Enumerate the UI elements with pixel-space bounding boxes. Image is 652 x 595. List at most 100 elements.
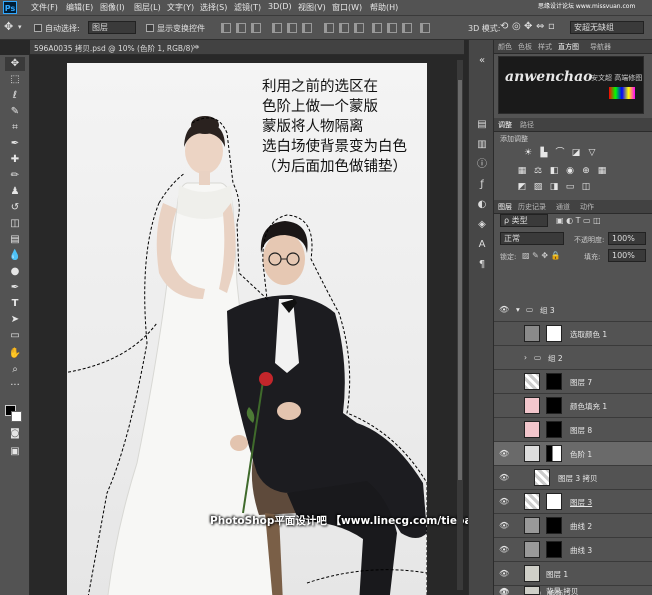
curves-adjust-icon[interactable]: ⌒ [554,148,566,159]
threshold-icon[interactable]: ◨ [548,182,560,193]
align-hcenter-icon[interactable] [287,23,297,33]
tab-navigator[interactable]: 导航器 [590,42,611,52]
layer-row-group-3[interactable]: 👁 ▾ ▭ 组 3 [494,298,652,322]
quick-select-tool-icon[interactable]: ✎ [5,105,25,119]
move-tool-icon[interactable]: ✥ [4,20,13,33]
screen-mode-icon[interactable]: ▣ [5,445,25,459]
auto-align-icon[interactable] [420,23,430,33]
tool-preset-chevron-icon[interactable]: ▾ [18,23,22,31]
menu-file[interactable]: 文件(F) [31,2,58,13]
auto-select-checkbox[interactable] [34,24,42,32]
menu-window[interactable]: 窗口(W) [332,2,362,13]
menu-3d[interactable]: 3D(D) [268,2,292,11]
menu-edit[interactable]: 编辑(E) [66,2,93,13]
selective-color-icon[interactable]: ◫ [580,182,592,193]
clone-stamp-tool-icon[interactable]: ♟ [5,185,25,199]
background-color-swatch[interactable] [11,411,22,422]
layer-row-curves-3[interactable]: 👁 曲线 3 [494,538,652,562]
exposure-adjust-icon[interactable]: ◪ [570,148,582,159]
brush-panel-icon[interactable]: ƒ [474,178,490,192]
tab-histogram[interactable]: 直方图 [558,42,579,52]
tab-history[interactable]: 历史记录 [518,202,546,212]
tab-paths[interactable]: 路径 [520,120,534,130]
character-panel-icon[interactable]: A [474,238,490,252]
visibility-off[interactable] [499,425,508,434]
distribute-left-icon[interactable] [372,23,382,33]
history-brush-tool-icon[interactable]: ↺ [5,201,25,215]
fill-field[interactable]: 100% [608,249,646,262]
channel-mixer-icon[interactable]: ⊕ [580,166,592,177]
visibility-eye-icon[interactable]: 👁 [499,587,509,595]
properties-panel-icon[interactable]: ▥ [474,138,490,152]
color-balance-icon[interactable]: ⚖ [532,166,544,177]
visibility-eye-icon[interactable]: 👁 [499,497,509,506]
layer-row-layer-3[interactable]: 👁 图层 3 [494,490,652,514]
tab-adjustments[interactable]: 调整 [498,120,512,130]
blend-mode-dropdown[interactable]: 正常 [500,232,564,245]
paragraph-panel-icon[interactable]: ¶ [474,258,490,272]
healing-brush-tool-icon[interactable]: ✚ [5,153,25,167]
align-top-icon[interactable] [221,23,231,33]
visibility-eye-icon[interactable]: 👁 [499,521,509,530]
visibility-eye-icon[interactable]: 👁 [499,305,509,314]
3d-slide-icon[interactable]: ⇔ [536,21,544,32]
layer-row-background-copy[interactable]: 👁 背景 拷贝 [494,585,652,595]
visibility-off[interactable] [499,377,508,386]
close-tab-icon[interactable]: × [192,43,198,51]
blur-tool-icon[interactable]: 💧 [5,249,25,263]
collapse-panels-icon[interactable]: « [474,54,490,68]
adjust-panel-icon[interactable]: ◐ [474,198,490,212]
info-panel-icon[interactable]: ⓘ [474,158,490,172]
eyedropper-tool-icon[interactable]: ✒ [5,137,25,151]
menu-image[interactable]: 图像(I) [100,2,125,13]
distribute-vcenter-icon[interactable] [339,23,349,33]
levels-adjust-icon[interactable]: ▙ [538,148,550,159]
hue-saturation-icon[interactable]: ▦ [516,166,528,177]
3d-pan-icon[interactable]: ✥ [524,21,532,32]
marquee-tool-icon[interactable]: ⬚ [5,73,25,87]
clone-source-icon[interactable]: ◈ [474,218,490,232]
crop-tool-icon[interactable]: ⌗ [5,121,25,135]
tab-actions[interactable]: 动作 [580,202,594,212]
distribute-bottom-icon[interactable] [354,23,364,33]
visibility-off[interactable] [499,329,508,338]
menu-filter[interactable]: 滤镜(T) [234,2,261,13]
align-bottom-icon[interactable] [251,23,261,33]
zoom-tool-icon[interactable]: ⌕ [5,363,25,377]
more-tools-icon[interactable]: ··· [5,379,25,393]
brush-tool-icon[interactable]: ✏ [5,169,25,183]
layer-row-levels-1[interactable]: 👁 色阶 1 [494,442,652,466]
tab-channels[interactable]: 通道 [556,202,570,212]
align-right-icon[interactable] [302,23,312,33]
filter-icons[interactable]: ▣ ◐ T ▭ ◫ [556,216,601,225]
menu-view[interactable]: 视图(V) [298,2,326,13]
dodge-tool-icon[interactable]: ● [5,265,25,279]
document-tab[interactable]: 596A0035 拷贝.psd @ 10% (色阶 1, RGB/8) * [34,43,199,54]
opacity-field[interactable]: 100% [608,232,646,245]
show-transform-checkbox[interactable] [146,24,154,32]
hand-tool-icon[interactable]: ✋ [5,347,25,361]
gradient-tool-icon[interactable]: ▤ [5,233,25,247]
menu-select[interactable]: 选择(S) [200,2,227,13]
lock-icons[interactable]: ▨ ✎ ✥ 🔒 [522,251,561,260]
color-lookup-icon[interactable]: ▦ [596,166,608,177]
menu-help[interactable]: 帮助(H) [370,2,398,13]
layer-row-layer-8[interactable]: 图层 8 [494,418,652,442]
visibility-eye-icon[interactable]: 👁 [499,473,509,482]
visibility-off[interactable] [499,353,508,362]
tab-swatches[interactable]: 色板 [518,42,532,52]
visibility-eye-icon[interactable]: 👁 [499,449,509,458]
brightness-adjust-icon[interactable]: ☀ [522,148,534,159]
layer-filter-dropdown[interactable]: ρ 类型 [500,214,548,227]
menu-layer[interactable]: 图层(L) [134,2,161,13]
path-select-tool-icon[interactable]: ➤ [5,313,25,327]
menu-type[interactable]: 文字(Y) [167,2,194,13]
layer-row-curves-2[interactable]: 👁 曲线 2 [494,514,652,538]
lasso-tool-icon[interactable]: ℓ [5,89,25,103]
layer-row-layer-1[interactable]: 👁 图层 1 [494,562,652,586]
canvas-scrollbar-thumb[interactable] [458,80,462,480]
layer-row-selective-color[interactable]: 选取颜色 1 [494,322,652,346]
gradient-map-icon[interactable]: ▭ [564,182,576,193]
workspace-dropdown[interactable]: 安超无缺组 [570,21,644,34]
vibrance-adjust-icon[interactable]: ▽ [586,148,598,159]
